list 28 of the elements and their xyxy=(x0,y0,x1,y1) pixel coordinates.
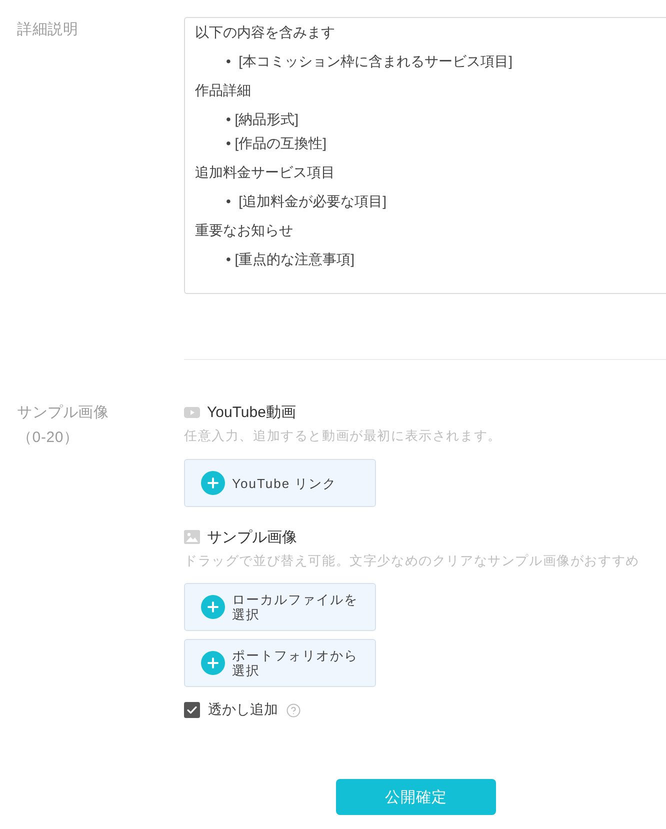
list-item-text: • [納品形式] xyxy=(225,110,300,129)
count-range-text: （0-20） xyxy=(17,428,80,448)
paragraph-text: 追加料金サービス項目 xyxy=(195,163,336,182)
list-item-text: • [作品の互換性] xyxy=(225,134,328,153)
plus-icon xyxy=(201,595,225,619)
paragraph-text: 重要なお知らせ xyxy=(195,221,294,240)
paragraph-text: 以下の内容を含みます xyxy=(195,23,336,42)
watermark-checkbox[interactable] xyxy=(184,702,200,718)
checkbox-label: 透かし追加 xyxy=(208,701,278,719)
description-field[interactable]: 以下の内容を含みます • [本コミッション枠に含まれるサービス項目] 作品詳細 • [納品形式] • [作品の互換性] 追加料金サービス項目 • [追加料金が必要な項目] 重要なお知らせ • [重点的な注意事項] xyxy=(184,17,666,294)
field-label: 詳細説明 xyxy=(17,20,80,40)
add-button[interactable]: ポートフォリオから選択 xyxy=(184,639,376,687)
play-icon xyxy=(184,406,200,418)
add-button[interactable]: ローカルファイルを選択 xyxy=(184,583,376,631)
hint-text: 任意入力、追加すると動画が最初に表示されます。 xyxy=(184,427,502,445)
image-icon xyxy=(184,530,200,544)
list-item-text: • [本コミッション枠に含まれるサービス項目] xyxy=(225,52,514,71)
plus-icon xyxy=(201,471,225,495)
section-title: サンプル画像 xyxy=(207,528,297,546)
field-label: サンプル画像 xyxy=(17,403,110,423)
add-button[interactable]: YouTube リンク xyxy=(184,459,376,507)
section-title: YouTube動画 xyxy=(207,402,296,422)
paragraph-text: 作品詳細 xyxy=(195,81,252,100)
hint-text: ドラッグで並び替え可能。文字少なめのクリアなサンプル画像がおすすめ xyxy=(184,552,640,570)
checkmark-icon xyxy=(187,706,197,714)
plus-icon xyxy=(201,651,225,675)
list-item-text: • [重点的な注意事項] xyxy=(225,250,356,269)
list-item-text: • [追加料金が必要な項目] xyxy=(225,192,388,211)
